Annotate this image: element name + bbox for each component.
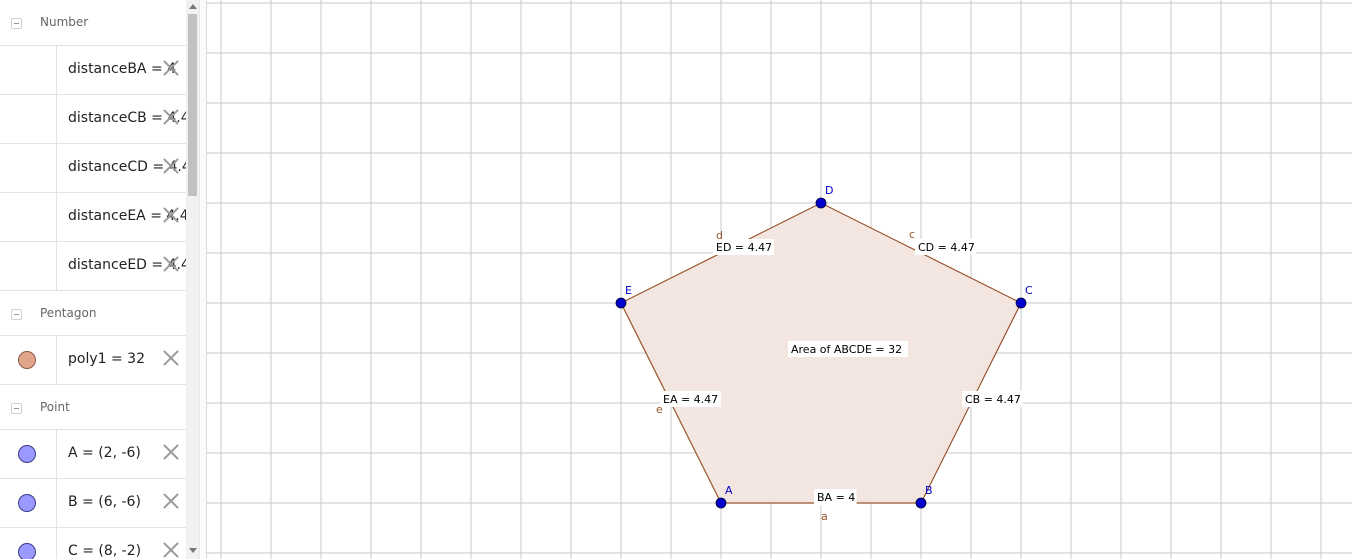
- collapse-pentagon-icon[interactable]: [11, 309, 22, 320]
- segment-caption-c: CD = 4.47: [918, 241, 975, 254]
- algebra-expression[interactable]: A = (2, -6): [68, 445, 141, 461]
- group-title-number: Number: [40, 15, 89, 29]
- algebra-expression[interactable]: distanceBA = 4: [68, 61, 176, 77]
- scroll-up-arrow-icon[interactable]: [189, 4, 197, 9]
- algebra-row-C[interactable]: C = (8, -2): [0, 527, 186, 559]
- algebra-scrollbar[interactable]: [186, 0, 199, 559]
- algebra-row-distanceCB[interactable]: distanceCB = 4.47: [0, 94, 186, 143]
- scrollbar-thumb[interactable]: [188, 14, 197, 196]
- row-marker: [0, 46, 57, 94]
- polygon-color-icon[interactable]: [18, 351, 36, 369]
- point-label-D: D: [825, 184, 833, 197]
- row-marker: [0, 528, 57, 559]
- delete-icon[interactable]: [162, 443, 180, 461]
- row-marker: [0, 193, 57, 241]
- point-E[interactable]: [615, 297, 627, 309]
- point-color-icon[interactable]: [18, 494, 36, 512]
- segment-caption-d: ED = 4.47: [716, 241, 772, 254]
- delete-icon[interactable]: [162, 492, 180, 510]
- delete-icon[interactable]: [162, 157, 180, 175]
- algebra-row-distanceEA[interactable]: distanceEA = 4.47: [0, 192, 186, 241]
- row-marker: [0, 242, 57, 290]
- algebra-expression[interactable]: B = (6, -6): [68, 494, 141, 510]
- segment-caption-b: CB = 4.47: [965, 393, 1021, 406]
- group-title-pentagon: Pentagon: [40, 306, 97, 320]
- pentagon-construction: BA = 4 a CB = 4.47 CD = 4.47c ED = 4.47d EA =…: [615, 184, 1033, 523]
- point-label-A: A: [725, 484, 733, 497]
- row-marker: [0, 479, 57, 527]
- row-marker: [0, 336, 57, 384]
- group-point[interactable]: Point: [0, 384, 186, 429]
- algebra-row-distanceBA[interactable]: distanceBA = 4: [0, 45, 186, 94]
- delete-icon[interactable]: [162, 108, 180, 126]
- point-label-C: C: [1025, 284, 1033, 297]
- delete-icon[interactable]: [162, 59, 180, 77]
- point-color-icon[interactable]: [18, 543, 36, 559]
- algebra-row-A[interactable]: A = (2, -6): [0, 429, 186, 478]
- algebra-expression[interactable]: C = (8, -2): [68, 543, 141, 559]
- group-number[interactable]: Number: [0, 0, 186, 45]
- row-marker: [0, 430, 57, 478]
- delete-icon[interactable]: [162, 541, 180, 559]
- algebra-expression[interactable]: poly1 = 32: [68, 351, 145, 367]
- group-pentagon[interactable]: Pentagon: [0, 290, 186, 335]
- point-D[interactable]: [815, 197, 827, 209]
- view-divider[interactable]: [199, 0, 207, 559]
- segment-name-c: c: [909, 228, 915, 241]
- point-label-E: E: [625, 284, 632, 297]
- segment-caption-e: EA = 4.47: [663, 393, 718, 406]
- segment-name-a: a: [821, 510, 828, 523]
- collapse-point-icon[interactable]: [11, 403, 22, 414]
- scroll-down-arrow-icon[interactable]: [189, 548, 197, 553]
- segment-name-e: e: [656, 403, 663, 416]
- area-label: Area of ABCDE = 32: [791, 343, 902, 356]
- point-A[interactable]: [715, 497, 727, 509]
- delete-icon[interactable]: [162, 349, 180, 367]
- point-B[interactable]: [915, 497, 927, 509]
- delete-icon[interactable]: [162, 255, 180, 273]
- collapse-number-icon[interactable]: [11, 18, 22, 29]
- algebra-row-distanceED[interactable]: distanceED = 4.47: [0, 241, 186, 290]
- row-marker: [0, 144, 57, 192]
- row-marker: [0, 95, 57, 143]
- algebra-view: Number distanceBA = 4 distanceCB = 4.47 …: [0, 0, 186, 559]
- delete-icon[interactable]: [162, 206, 180, 224]
- segment-name-d: d: [716, 229, 723, 242]
- point-C[interactable]: [1015, 297, 1027, 309]
- segment-caption-a: BA = 4: [817, 491, 855, 504]
- algebra-row-B[interactable]: B = (6, -6): [0, 478, 186, 527]
- algebra-row-distanceCD[interactable]: distanceCD = 4.47: [0, 143, 186, 192]
- algebra-row-poly1[interactable]: poly1 = 32: [0, 335, 186, 384]
- point-label-B: B: [925, 484, 933, 497]
- graphics-view[interactable]: BA = 4 a CB = 4.47 CD = 4.47c ED = 4.47d EA =…: [207, 0, 1352, 559]
- group-title-point: Point: [40, 400, 70, 414]
- point-color-icon[interactable]: [18, 445, 36, 463]
